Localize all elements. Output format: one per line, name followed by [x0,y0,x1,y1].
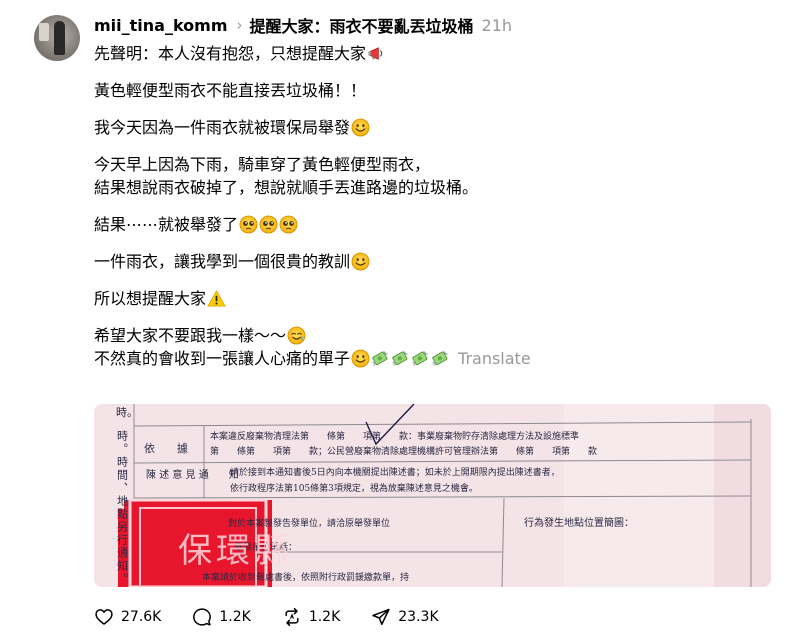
avatar-figure [54,21,65,55]
smile-icon [351,349,370,368]
paragraph-5-text: 結果⋯⋯就被舉發了 [94,215,239,234]
post-header: mii_tina_komm › 提醒大家：雨衣不要亂丟垃圾桶 21h [94,13,512,37]
bottom-line: 本案請於收到裁處書後，依照附行政罰鍰繳款單，持 [202,571,409,583]
unit-line: 對於本案製發告發單位，請洽原舉發單位 [228,517,390,529]
paragraph-4: 今天早上因為下雨，騎車穿了黃色輕便型雨衣， 結果想說雨衣破掉了，想說就順手丟進路邊… [94,153,774,199]
paragraph-8a-text: 希望大家不要跟我一樣～～ [94,326,287,345]
pleading-face-icon [259,215,278,234]
location-label: 行為發生地點位置簡圖： [524,516,634,529]
opinion-line-1: 請於接到本通知書後5日內向本機關提出陳述書；如未於上開期限內提出陳述書者， [230,466,560,478]
pleading-face-icon [239,215,258,234]
like-button[interactable]: 27.6K [94,607,161,627]
basis-line-2: 第 條第 項第 款；公民營廢棄物清除處理機構許可管理辦法第 條第 項第 款 [210,445,597,457]
smile-icon [351,252,370,271]
paragraph-6: 一件雨衣，讓我學到一個很貴的教訓 [94,250,774,273]
svg-text:時。: 時。 [116,406,138,419]
paragraph-8b-text: 不然真的會收到一張讓人心痛的單子 [94,349,351,368]
smile-icon [351,118,370,137]
avatar[interactable] [34,15,80,61]
share-button[interactable]: 23.3K [371,607,439,627]
username[interactable]: mii_tina_komm [94,16,228,35]
paragraph-5: 結果⋯⋯就被舉發了 [94,213,774,236]
paragraph-2: 黃色輕便型雨衣不能直接丟垃圾桶！！ [94,79,774,102]
comment-button[interactable]: 1.2K [192,607,251,627]
like-count: 27.6K [121,609,162,625]
paragraph-7-text: 所以想提醒大家 [94,289,207,308]
share-count: 23.3K [398,609,439,625]
paragraph-3: 我今天因為一件雨衣就被環保局舉發 [94,116,774,139]
warning-icon [207,289,226,308]
paragraph-4a-text: 今天早上因為下雨，騎車穿了黃色輕便型雨衣， [94,155,431,174]
heart-icon [95,609,113,625]
repost-button[interactable]: 1.2K [282,607,340,627]
money-wings-icon [391,349,410,368]
paragraph-2-text: 黃色輕便型雨衣不能直接丟垃圾桶！！ [94,81,367,100]
pleading-face-icon [279,215,298,234]
repost-count: 1.2K [308,609,341,625]
post-body: 先聲明：本人沒有抱怨，只想提醒大家 黃色輕便型雨衣不能直接丟垃圾桶！！ 我今天因… [94,42,774,384]
ticket-photo: 時。 時。時間、地點另行通知。 依 據 本案違反廢棄物清理法第 條第 項第 款：… [94,404,771,587]
post-photo[interactable]: 時。 時。時間、地點另行通知。 依 據 本案違反廢棄物清理法第 條第 項第 款：… [94,404,771,587]
side-char-1: 時。 [116,406,138,419]
paragraph-8: 希望大家不要跟我一樣～～ 不然真的會收到一張讓人心痛的單子 Translate [94,324,774,370]
paragraph-7: 所以想提醒大家 [94,287,774,310]
money-wings-icon [431,349,450,368]
comment-count: 1.2K [219,609,251,625]
chevron-right-icon: › [236,16,243,34]
repost-icon [285,607,299,627]
translate-link[interactable]: Translate [458,349,531,368]
send-icon [372,608,390,626]
label-basis: 依 據 [144,441,188,455]
post-time[interactable]: 21h [482,16,513,35]
side-text: 時。時間、地點另行通知。 [116,430,129,586]
basis-line-1: 本案違反廢棄物清理法第 條第 項第 款：事業廢棄物貯存清除處理方法及設施標準 [210,430,579,442]
smiling-tear-icon [287,326,306,345]
paragraph-1-text: 先聲明：本人沒有抱怨，只想提醒大家 [94,44,367,63]
money-wings-icon [411,349,430,368]
stamp-text: 保環縣 [178,531,292,571]
topic-tag[interactable]: 提醒大家：雨衣不要亂丟垃圾桶 [250,13,474,37]
paragraph-6-text: 一件雨衣，讓我學到一個很貴的教訓 [94,252,351,271]
money-wings-icon [371,349,390,368]
opinion-line-2: 依行政程序法第105條第3項規定，視為放棄陳述意見之機會。 [230,482,478,494]
comment-icon [193,608,212,626]
paragraph-1: 先聲明：本人沒有抱怨，只想提醒大家 [94,42,774,65]
paragraph-3-text: 我今天因為一件雨衣就被環保局舉發 [94,118,351,137]
label-opinion: 陳 述 意 見 通 知 [146,468,239,481]
paragraph-4b-text: 結果想說雨衣破掉了，想說就順手丟進路邊的垃圾桶。 [94,178,479,197]
megaphone-icon [367,44,386,63]
avatar-window [39,23,49,41]
action-bar: 27.6K 1.2K 1.2K 23.3K [94,604,470,630]
